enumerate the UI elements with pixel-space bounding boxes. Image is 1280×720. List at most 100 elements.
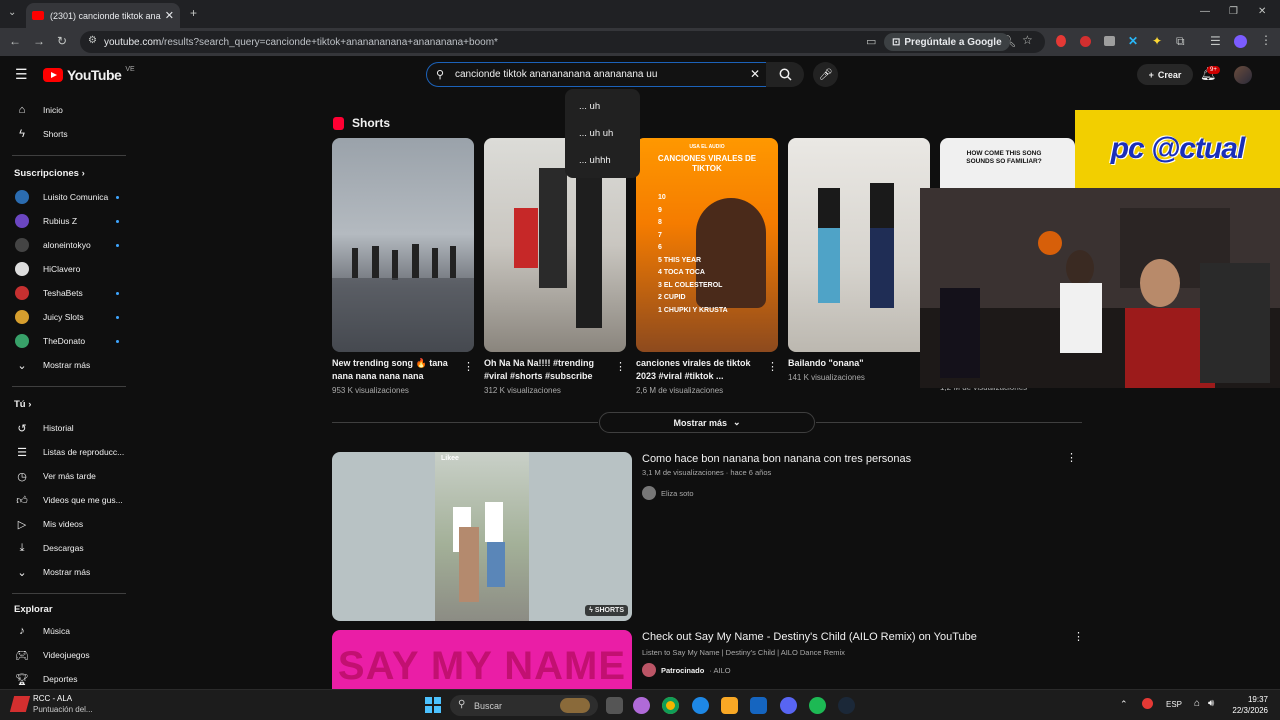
extension-icon[interactable] bbox=[1080, 36, 1091, 47]
short-title[interactable]: Bailando "onana" bbox=[788, 357, 908, 370]
spotify-icon[interactable] bbox=[809, 697, 826, 714]
taskbar-app-title[interactable]: RCC - ALA bbox=[33, 694, 72, 703]
tray-overflow-icon[interactable]: ⌃ bbox=[1120, 699, 1128, 710]
discord-icon[interactable] bbox=[780, 697, 797, 714]
new-tab-icon[interactable]: + bbox=[190, 6, 197, 20]
short-thumbnail[interactable] bbox=[788, 138, 930, 352]
short-thumbnail[interactable] bbox=[332, 138, 474, 352]
clear-search-icon[interactable]: ✕ bbox=[750, 67, 760, 81]
reading-list-icon[interactable]: ☰ bbox=[1210, 34, 1221, 48]
sidebar-item-subscription[interactable]: TeshaBets bbox=[0, 281, 138, 305]
task-view-icon[interactable] bbox=[606, 697, 623, 714]
sidebar-item-gaming[interactable]: 🎮︎ Videojuegos bbox=[0, 643, 138, 667]
tab-search-icon[interactable]: ⌄ bbox=[8, 7, 16, 18]
extension-icon[interactable] bbox=[1056, 35, 1066, 47]
edge-icon[interactable] bbox=[692, 697, 709, 714]
suggestion-item[interactable]: ... uh uh bbox=[565, 122, 640, 149]
sidebar-item-shorts[interactable]: ϟ Shorts bbox=[0, 122, 138, 146]
restore-icon[interactable]: ❐ bbox=[1229, 6, 1238, 17]
sidebar-item-subscription[interactable]: Luisito Comunica bbox=[0, 185, 138, 209]
sidebar-item-subscription[interactable]: Rubius Z bbox=[0, 209, 138, 233]
video-meta: Listen to Say My Name | Destiny's Child … bbox=[642, 648, 845, 657]
short-title[interactable]: New trending song 🔥 tana nana nana nana … bbox=[332, 357, 452, 383]
mail-icon[interactable] bbox=[750, 697, 767, 714]
back-icon[interactable]: ← bbox=[9, 34, 21, 48]
tray-app-icon[interactable] bbox=[1142, 698, 1153, 709]
more-actions-icon[interactable]: ⋮ bbox=[767, 360, 778, 373]
bookmark-star-icon[interactable]: ☆ bbox=[1022, 33, 1033, 47]
sidebar-item-playlists[interactable]: ☰ Listas de reproducc... bbox=[0, 440, 138, 464]
voice-search-button[interactable]: 🎤︎ bbox=[813, 62, 838, 87]
subscriptions-heading[interactable]: Suscripciones › bbox=[14, 168, 85, 179]
video-channel[interactable]: Patrocinado · AILO bbox=[642, 663, 731, 677]
language-indicator[interactable]: ESP bbox=[1166, 700, 1182, 709]
ask-google-button[interactable]: ⊡ Pregúntale a Google bbox=[884, 33, 1010, 51]
video-title[interactable]: Check out Say My Name - Destiny's Child … bbox=[642, 631, 977, 643]
video-channel[interactable]: Eliza soto bbox=[642, 486, 694, 500]
more-actions-icon[interactable]: ⋮ bbox=[1073, 630, 1084, 643]
youtube-logo[interactable]: YouTube VE bbox=[43, 66, 135, 83]
volume-icon[interactable]: 🔊︎ bbox=[1208, 698, 1214, 709]
sidebar-show-more-subs[interactable]: ⌄ Mostrar más bbox=[0, 353, 138, 377]
forward-icon[interactable]: → bbox=[33, 34, 45, 48]
sidebar-item-subscription[interactable]: TheDonato bbox=[0, 329, 138, 353]
more-actions-icon[interactable]: ⋮ bbox=[463, 360, 474, 373]
create-button[interactable]: + Crear bbox=[1137, 64, 1193, 85]
video-thumbnail[interactable]: Likee ϟ SHORTS bbox=[332, 452, 632, 621]
sidebar-item-my-videos[interactable]: ▷ Mis videos bbox=[0, 512, 138, 536]
short-thumbnail[interactable]: USA EL AUDIO CANCIONES VIRALES DE TIKTOK… bbox=[636, 138, 778, 352]
extension-icon[interactable] bbox=[1104, 36, 1115, 46]
sidebar-item-subscription[interactable]: aloneintokyo bbox=[0, 233, 138, 257]
reload-icon[interactable]: ↻ bbox=[57, 34, 67, 48]
taskbar-clock[interactable]: 19:37 22/3/2026 bbox=[1232, 694, 1268, 716]
video-title[interactable]: Como hace bon nanana bon nanana con tres… bbox=[642, 453, 911, 465]
extension-icon[interactable]: ✕ bbox=[1128, 34, 1138, 48]
site-info-icon[interactable]: ⚙ bbox=[88, 35, 97, 46]
minimize-icon[interactable]: — bbox=[1200, 6, 1210, 17]
chrome-icon[interactable] bbox=[662, 697, 679, 714]
more-actions-icon[interactable]: ⋮ bbox=[615, 360, 626, 373]
tab-close-icon[interactable]: ✕ bbox=[165, 9, 174, 22]
sidebar-item-sports[interactable]: 🏆︎ Deportes bbox=[0, 667, 138, 691]
short-card[interactable]: USA EL AUDIO CANCIONES VIRALES DE TIKTOK… bbox=[636, 138, 778, 395]
channel-name[interactable]: · AILO bbox=[709, 666, 730, 675]
sidebar-item-home[interactable]: ⌂ Inicio bbox=[0, 98, 138, 122]
sidebar-item-history[interactable]: ↺ Historial bbox=[0, 416, 138, 440]
sidebar-show-more-you[interactable]: ⌄ Mostrar más bbox=[0, 560, 138, 584]
short-title[interactable]: Oh Na Na Na!!!! #trending #viral #shorts… bbox=[484, 357, 604, 383]
short-card[interactable]: Bailando "onana" 141 K visualizaciones ⋮ bbox=[788, 138, 930, 382]
account-avatar[interactable] bbox=[1234, 66, 1252, 84]
taskbar-search[interactable]: ⚲ Buscar bbox=[450, 695, 598, 716]
sidebar-item-music[interactable]: ♪ Música bbox=[0, 619, 138, 643]
window-close-icon[interactable]: ✕ bbox=[1258, 6, 1266, 17]
suggestion-item[interactable]: ... uh bbox=[565, 95, 640, 122]
show-more-shorts-button[interactable]: Mostrar más ⌄ bbox=[599, 412, 815, 433]
steam-icon[interactable] bbox=[838, 697, 855, 714]
search-button[interactable] bbox=[766, 62, 804, 87]
extensions-puzzle-icon[interactable]: ⧉ bbox=[1176, 34, 1185, 49]
copilot-icon[interactable] bbox=[633, 697, 650, 714]
extension-icon[interactable]: ✦ bbox=[1152, 34, 1162, 48]
video-thumbnail[interactable]: SAY MY NAME bbox=[332, 630, 632, 689]
rcc-app-icon[interactable] bbox=[9, 696, 31, 712]
profile-icon[interactable] bbox=[1234, 35, 1247, 48]
sidebar-item-subscription[interactable]: Juicy Slots bbox=[0, 305, 138, 329]
suggestion-item[interactable]: ... uhhh bbox=[565, 149, 640, 176]
network-icon[interactable]: ⌂ bbox=[1194, 698, 1200, 709]
you-heading[interactable]: Tú › bbox=[14, 399, 31, 410]
file-explorer-icon[interactable] bbox=[721, 697, 738, 714]
windows-start-icon[interactable] bbox=[425, 697, 441, 713]
sidebar-item-liked[interactable]: 👍︎ Videos que me gus... bbox=[0, 488, 138, 512]
cast-icon[interactable]: ▭ bbox=[866, 35, 876, 48]
sidebar-item-downloads[interactable]: ⤓ Descargas bbox=[0, 536, 138, 560]
more-actions-icon[interactable]: ⋮ bbox=[1066, 451, 1077, 464]
sidebar-item-subscription[interactable]: HiClavero bbox=[0, 257, 138, 281]
channel-name[interactable]: Eliza soto bbox=[661, 489, 694, 498]
short-card[interactable]: New trending song 🔥 tana nana nana nana … bbox=[332, 138, 474, 395]
search-input[interactable]: ⚲ cancionde tiktok ananananana anananana… bbox=[426, 62, 767, 87]
menu-kebab-icon[interactable]: ⋮ bbox=[1260, 33, 1272, 47]
sidebar-item-watch-later[interactable]: ◷ Ver más tarde bbox=[0, 464, 138, 488]
short-title[interactable]: canciones virales de tiktok 2023 #viral … bbox=[636, 357, 756, 383]
hamburger-menu-icon[interactable]: ☰ bbox=[15, 66, 28, 83]
browser-tab[interactable]: (2301) cancionde tiktok ananan ✕ bbox=[26, 3, 180, 28]
